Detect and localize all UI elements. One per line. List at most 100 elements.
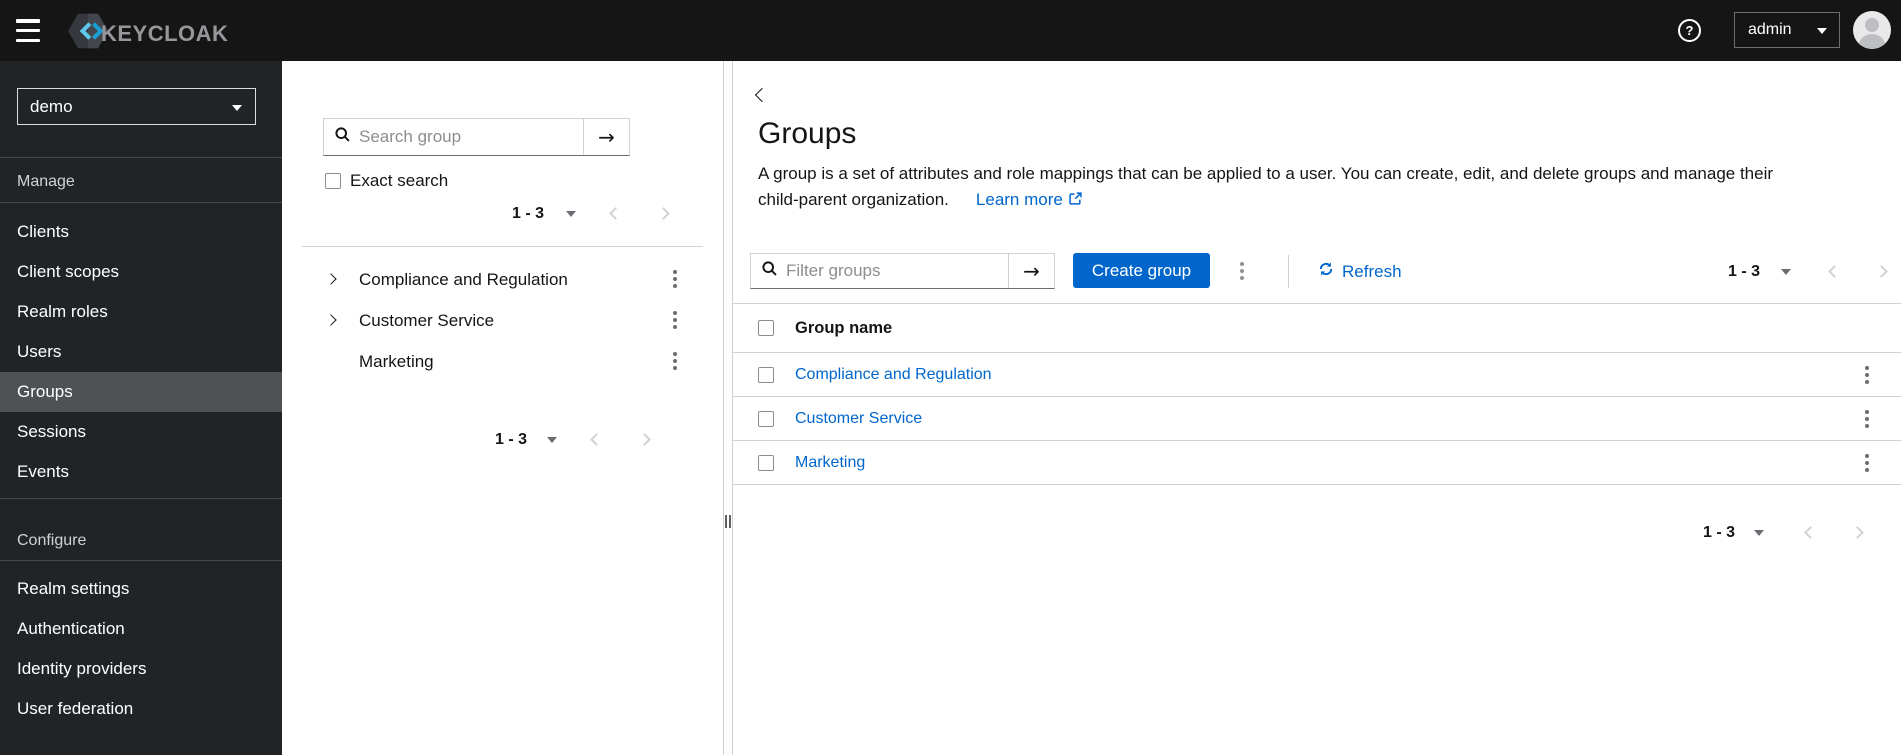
search-submit-button[interactable]: →: [583, 119, 629, 155]
filter-submit-button[interactable]: →: [1008, 254, 1054, 288]
filter-groups-box: →: [750, 253, 1055, 289]
pagination-options-caret-icon[interactable]: [547, 437, 557, 443]
kebab-menu-icon[interactable]: [669, 268, 681, 290]
divider: [0, 157, 282, 158]
collapse-drawer-icon[interactable]: [754, 87, 770, 103]
tree-item-label[interactable]: Compliance and Regulation: [359, 270, 568, 290]
previous-page-icon[interactable]: [1804, 526, 1817, 539]
toolbar-kebab-icon[interactable]: [1236, 260, 1248, 282]
description-line2: child-parent organization.: [758, 190, 949, 209]
previous-page-icon[interactable]: [590, 433, 603, 446]
user-menu-dropdown[interactable]: admin: [1734, 12, 1840, 48]
divider: [0, 560, 282, 561]
pagination-options-caret-icon[interactable]: [1754, 530, 1764, 536]
expand-chevron-icon[interactable]: [325, 314, 337, 326]
username: admin: [1748, 21, 1792, 38]
nav-section-configure: Configure: [17, 532, 87, 549]
tree-item[interactable]: Marketing: [282, 341, 723, 382]
page-title: Groups: [758, 117, 857, 150]
pagination-options-caret-icon[interactable]: [566, 211, 576, 217]
pagination-range: 1 - 3: [1728, 263, 1761, 280]
table-row[interactable]: Compliance and Regulation: [733, 353, 1901, 397]
sidebar-item-events[interactable]: Events: [0, 452, 282, 492]
filter-groups-input[interactable]: [786, 261, 1008, 281]
group-link[interactable]: Marketing: [795, 454, 865, 472]
table-header-row: Group name: [733, 303, 1901, 353]
exact-search-label: Exact search: [350, 171, 449, 190]
kebab-menu-icon[interactable]: [1861, 364, 1873, 386]
nav-section-manage: Manage: [17, 173, 75, 190]
realm-name: demo: [30, 96, 73, 116]
nav-toggle-button[interactable]: [16, 19, 42, 42]
previous-page-icon[interactable]: [1828, 265, 1841, 278]
sidebar-nav: demo Manage Clients Client scopes Realm …: [0, 61, 282, 755]
sidebar-item-realm-roles[interactable]: Realm roles: [0, 292, 282, 332]
next-page-icon[interactable]: [657, 207, 670, 220]
sidebar-item-realm-settings[interactable]: Realm settings: [0, 569, 282, 609]
sidebar-item-user-federation[interactable]: User federation: [0, 689, 282, 729]
configure-nav-list: Realm settings Authentication Identity p…: [0, 569, 282, 729]
sidebar-item-groups[interactable]: Groups: [0, 372, 282, 412]
row-checkbox[interactable]: [758, 410, 774, 427]
tree-item[interactable]: Customer Service: [282, 300, 723, 341]
next-page-icon[interactable]: [638, 433, 651, 446]
sidebar-item-client-scopes[interactable]: Client scopes: [0, 252, 282, 292]
refresh-button[interactable]: Refresh: [1318, 261, 1402, 282]
create-group-button[interactable]: Create group: [1073, 253, 1210, 288]
tree-item-label[interactable]: Marketing: [359, 352, 434, 372]
search-icon: [762, 261, 777, 281]
external-link-icon: [1069, 187, 1082, 213]
exact-search-option: Exact search: [325, 171, 448, 191]
group-search-box: →: [323, 118, 630, 156]
manage-nav-list: Clients Client scopes Realm roles Users …: [0, 212, 282, 492]
table-row[interactable]: Customer Service: [733, 397, 1901, 441]
masthead: KEYCLOAK ? admin: [0, 0, 1901, 61]
arrow-right-icon: →: [1023, 259, 1040, 283]
tree-pagination-top: 1 - 3: [282, 200, 723, 230]
table-row[interactable]: Marketing: [733, 441, 1901, 485]
select-all-checkbox[interactable]: [758, 320, 774, 336]
avatar[interactable]: [1853, 11, 1891, 49]
pagination-options-caret-icon[interactable]: [1781, 269, 1791, 275]
groups-main-section: Groups A group is a set of attributes an…: [733, 61, 1901, 755]
tree-item[interactable]: Compliance and Regulation: [282, 259, 723, 300]
kebab-menu-icon[interactable]: [1861, 452, 1873, 474]
group-tree-panel: → Exact search 1 - 3 Compliance and Regu…: [282, 61, 723, 755]
keycloak-logo: KEYCLOAK: [68, 11, 228, 56]
sidebar-item-identity-providers[interactable]: Identity providers: [0, 649, 282, 689]
column-header-group-name: Group name: [795, 318, 893, 337]
pagination-range: 1 - 3: [1703, 524, 1736, 541]
tree-item-label[interactable]: Customer Service: [359, 311, 494, 331]
page-description: A group is a set of attributes and role …: [758, 161, 1773, 213]
exact-search-checkbox[interactable]: [325, 173, 341, 189]
sidebar-item-sessions[interactable]: Sessions: [0, 412, 282, 452]
realm-selector[interactable]: demo: [17, 88, 256, 125]
sidebar-item-users[interactable]: Users: [0, 332, 282, 372]
divider: [0, 498, 282, 499]
sidebar-item-authentication[interactable]: Authentication: [0, 609, 282, 649]
row-checkbox[interactable]: [758, 366, 774, 383]
arrow-right-icon: →: [598, 125, 615, 149]
chevron-down-icon: [1817, 28, 1827, 34]
next-page-icon[interactable]: [1875, 265, 1888, 278]
group-link[interactable]: Compliance and Regulation: [795, 366, 992, 384]
divider: [302, 246, 703, 247]
sidebar-item-clients[interactable]: Clients: [0, 212, 282, 252]
panel-resize-splitter[interactable]: [723, 61, 733, 755]
toolbar-divider: [1288, 255, 1289, 288]
previous-page-icon[interactable]: [609, 207, 622, 220]
search-group-input[interactable]: [359, 127, 583, 147]
brand-text: KEYCLOAK: [101, 20, 229, 46]
help-icon[interactable]: ?: [1678, 19, 1701, 42]
next-page-icon[interactable]: [1851, 526, 1864, 539]
pagination-range: 1 - 3: [512, 205, 545, 222]
chevron-down-icon: [232, 105, 242, 111]
group-link[interactable]: Customer Service: [795, 410, 922, 428]
kebab-menu-icon[interactable]: [1861, 408, 1873, 430]
kebab-menu-icon[interactable]: [669, 309, 681, 331]
kebab-menu-icon[interactable]: [669, 350, 681, 372]
description-line1: A group is a set of attributes and role …: [758, 164, 1774, 183]
expand-chevron-icon[interactable]: [325, 273, 337, 285]
learn-more-link[interactable]: Learn more: [976, 187, 1082, 213]
row-checkbox[interactable]: [758, 454, 774, 471]
